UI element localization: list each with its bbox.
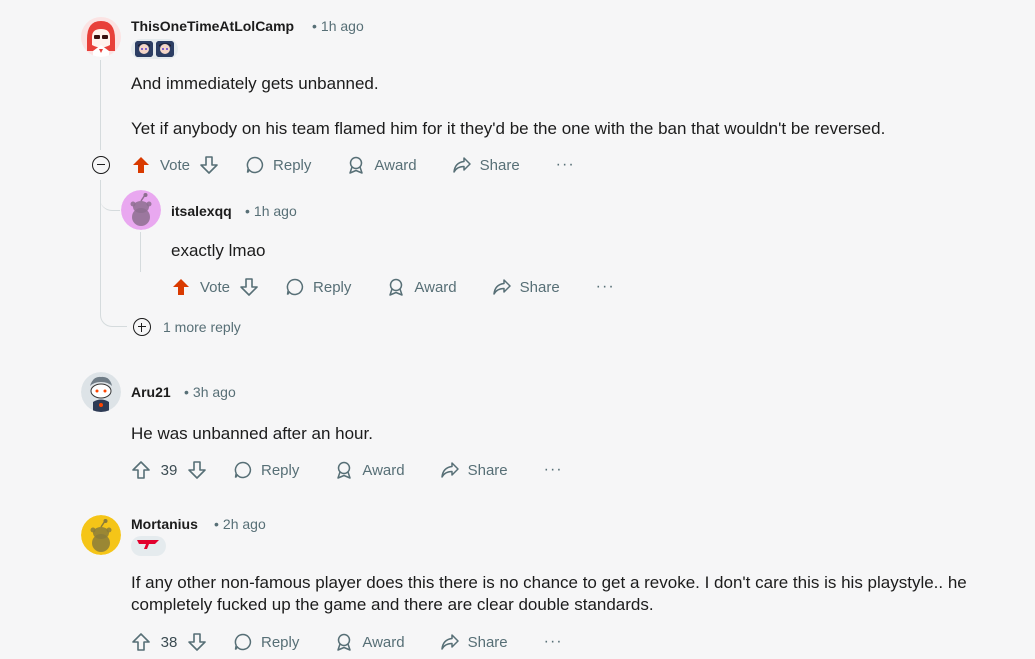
upvote-icon[interactable] (131, 155, 151, 175)
award-label: Award (414, 278, 457, 296)
share-button[interactable]: Share (492, 277, 560, 297)
award-button[interactable]: Award (334, 460, 405, 480)
time-text: 3h ago (192, 384, 236, 400)
reply-button[interactable]: Reply (245, 155, 311, 175)
comment-author[interactable]: ThisOneTimeAtLolCamp (131, 18, 294, 34)
comment-thread: ThisOneTimeAtLolCamp • 1h ago And immedia… (0, 0, 1035, 659)
share-icon (440, 460, 460, 480)
award-label: Award (374, 156, 417, 174)
vote-label: Vote (160, 156, 191, 174)
more-options-button[interactable]: ··· (544, 633, 563, 651)
share-icon (492, 277, 512, 297)
reply-label: Reply (313, 278, 352, 296)
team-logo-icon (135, 537, 161, 555)
time-text: 1h ago (253, 203, 297, 219)
comment-action-bar: Vote Reply Award Share ··· (171, 271, 615, 303)
downvote-icon[interactable] (239, 277, 259, 297)
share-button[interactable]: Share (452, 155, 520, 175)
vote-group: 39 (131, 460, 207, 480)
vote-group: Vote (171, 277, 259, 297)
share-button[interactable]: Share (440, 632, 508, 652)
thread-curve-reply (100, 186, 120, 211)
more-options-button[interactable]: ··· (596, 278, 615, 296)
avatar[interactable] (81, 372, 121, 412)
share-button[interactable]: Share (440, 460, 508, 480)
thread-curve-more (100, 300, 127, 327)
meta-dot: • (245, 203, 250, 219)
comment-author[interactable]: Aru21 (131, 384, 171, 400)
award-label: Award (362, 461, 405, 479)
downvote-icon[interactable] (187, 460, 207, 480)
share-label: Share (479, 156, 520, 174)
vote-group: Vote (131, 155, 219, 175)
user-flair (131, 536, 166, 556)
comment-author[interactable]: itsalexqq (171, 203, 232, 219)
reply-label: Reply (261, 461, 300, 479)
award-label: Award (362, 633, 405, 651)
time-text: 1h ago (320, 18, 364, 34)
award-icon (346, 155, 366, 175)
comment-action-bar: 38 Reply Award Share ··· (131, 626, 563, 658)
award-icon (386, 277, 406, 297)
comment-action-bar: Vote Reply Award Share ··· (131, 149, 575, 181)
upvote-icon[interactable] (131, 460, 151, 480)
thread-line-main[interactable] (100, 60, 101, 150)
comment-body: If any other non-famous player does this… (131, 573, 967, 614)
share-icon (440, 632, 460, 652)
comment-timestamp: • 1h ago (312, 18, 364, 34)
comment-body: And immediately gets unbanned. Yet if an… (131, 73, 1011, 140)
upvote-icon[interactable] (171, 277, 191, 297)
comment-body: exactly lmao (171, 241, 266, 260)
downvote-icon[interactable] (187, 632, 207, 652)
reply-icon (245, 155, 265, 175)
comment-timestamp: • 3h ago (184, 384, 236, 400)
meta-dot: • (312, 18, 317, 34)
comment-body: He was unbanned after an hour. (131, 424, 373, 443)
comment-paragraph: Yet if anybody on his team flamed him fo… (131, 119, 886, 138)
vote-label: Vote (200, 278, 231, 296)
share-label: Share (519, 278, 560, 296)
collapse-thread-button[interactable] (92, 156, 110, 174)
comment-timestamp: • 1h ago (245, 203, 297, 219)
avatar[interactable] (81, 17, 121, 57)
comment-action-bar: 39 Reply Award Share ··· (131, 454, 563, 486)
more-options-button[interactable]: ··· (544, 461, 563, 479)
reply-label: Reply (261, 633, 300, 651)
vote-score: 38 (160, 633, 178, 651)
share-label: Share (467, 461, 508, 479)
more-replies-link[interactable]: 1 more reply (163, 319, 241, 335)
award-icon (334, 460, 354, 480)
expand-replies-button[interactable] (133, 318, 151, 336)
flair-emoji-icon (156, 41, 174, 57)
more-options-button[interactable]: ··· (556, 156, 575, 174)
share-icon (452, 155, 472, 175)
avatar[interactable] (81, 515, 121, 555)
comment-paragraph: And immediately gets unbanned. (131, 74, 379, 93)
meta-dot: • (184, 384, 189, 400)
award-button[interactable]: Award (386, 277, 457, 297)
upvote-icon[interactable] (131, 632, 151, 652)
thread-line-reply[interactable] (140, 232, 141, 272)
avatar[interactable] (121, 190, 161, 230)
comment-timestamp: • 2h ago (214, 516, 266, 532)
award-button[interactable]: Award (346, 155, 417, 175)
reply-label: Reply (273, 156, 312, 174)
flair-emoji-icon (135, 41, 153, 57)
comment-author[interactable]: Mortanius (131, 516, 198, 532)
reply-button[interactable]: Reply (233, 632, 299, 652)
reply-icon (233, 632, 253, 652)
vote-score: 39 (160, 461, 178, 479)
reply-icon (285, 277, 305, 297)
share-label: Share (467, 633, 508, 651)
vote-group: 38 (131, 632, 207, 652)
reply-button[interactable]: Reply (285, 277, 351, 297)
reply-icon (233, 460, 253, 480)
downvote-icon[interactable] (199, 155, 219, 175)
user-flair (131, 39, 178, 59)
award-button[interactable]: Award (334, 632, 405, 652)
meta-dot: • (214, 516, 219, 532)
award-icon (334, 632, 354, 652)
reply-button[interactable]: Reply (233, 460, 299, 480)
time-text: 2h ago (222, 516, 266, 532)
